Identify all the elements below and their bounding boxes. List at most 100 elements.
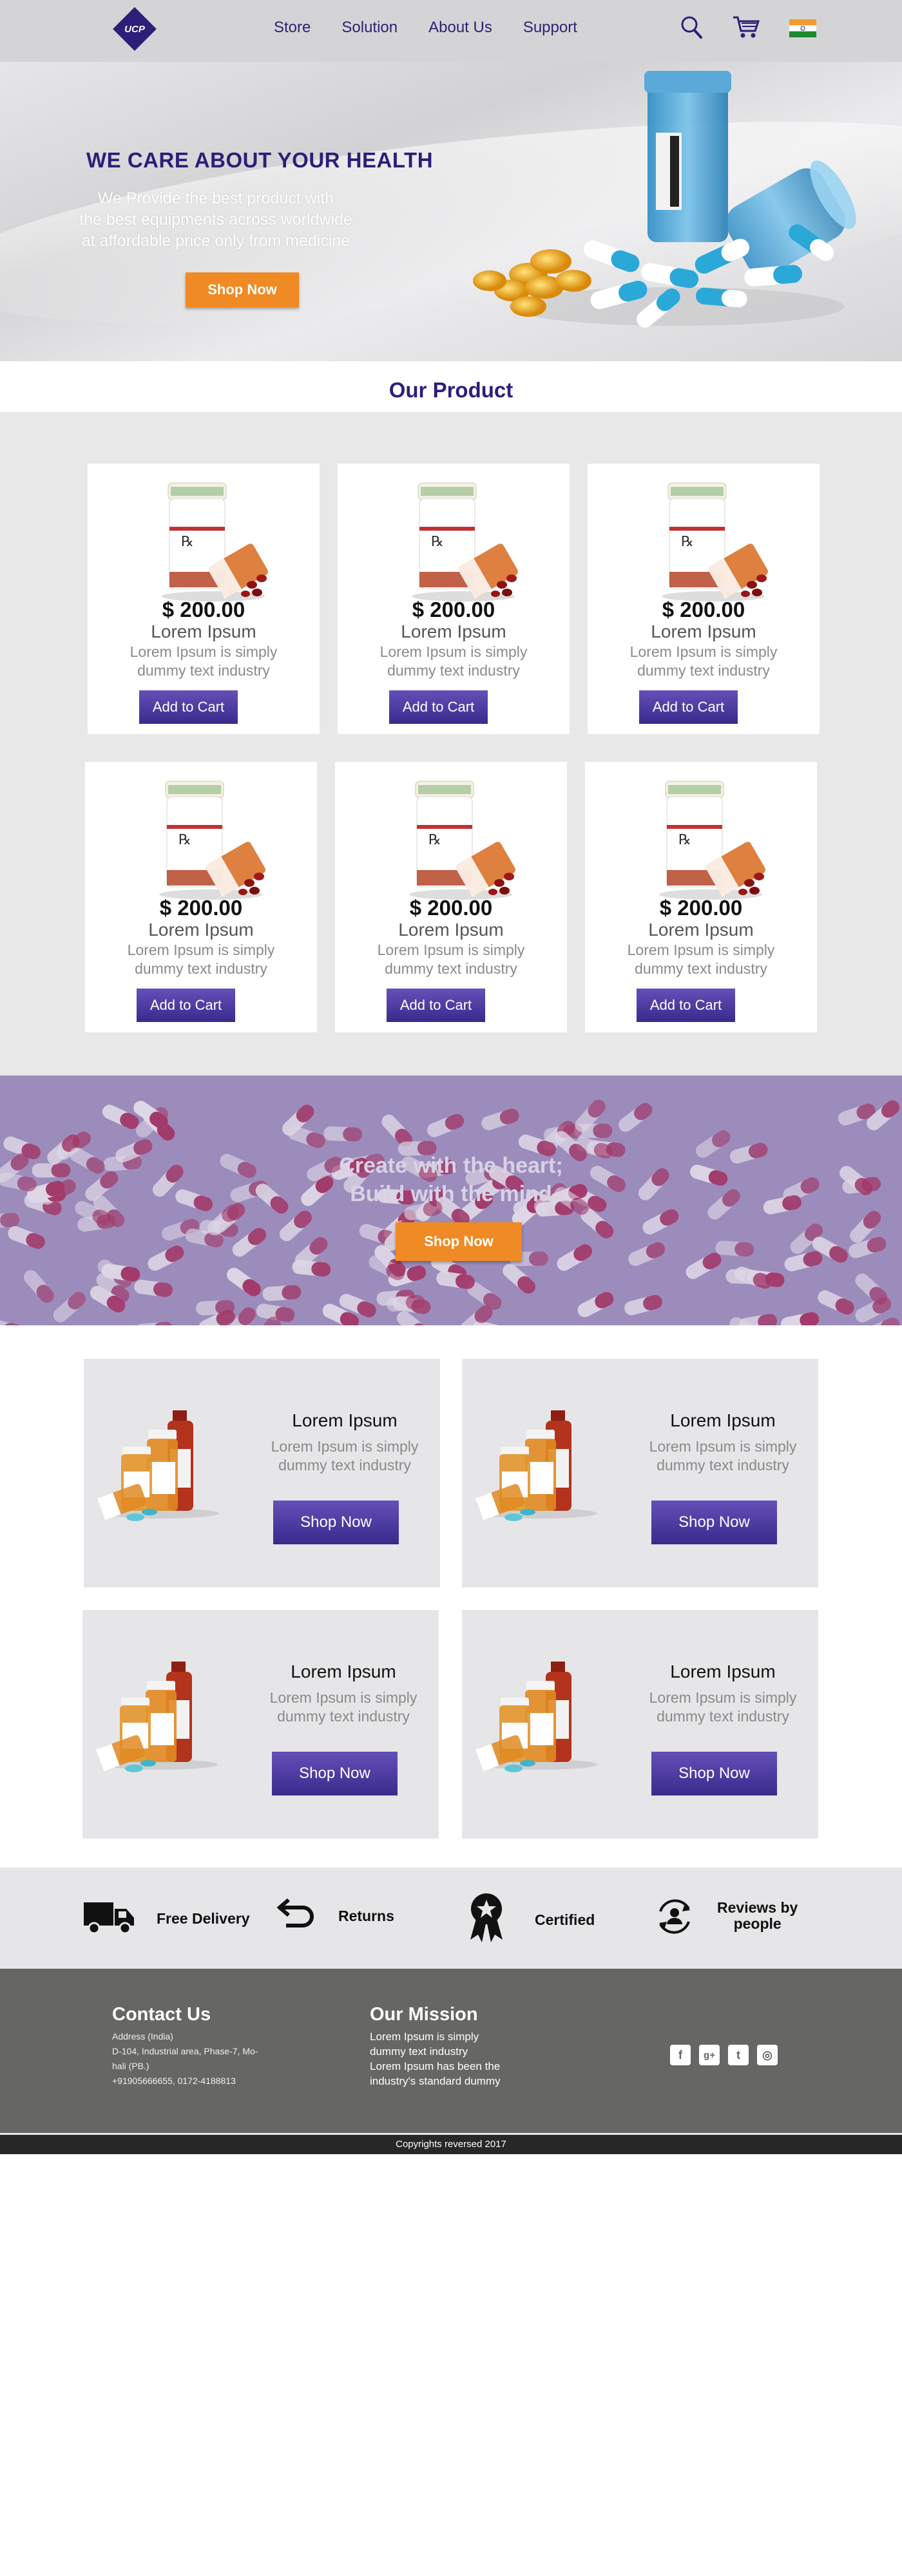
- promo-description-line: dummy text industry: [657, 1708, 789, 1725]
- products-grid: ℞ $ 200.00 Lorem Ipsum Lorem Ipsum is si…: [0, 412, 902, 1075]
- product-description-line: Lorem Ipsum is simply: [130, 643, 278, 660]
- add-to-cart-button[interactable]: Add to Cart: [139, 690, 238, 724]
- add-to-cart-button[interactable]: Add to Cart: [637, 989, 735, 1022]
- add-to-cart-button[interactable]: Add to Cart: [389, 690, 488, 724]
- promo-shop-now-button[interactable]: Shop Now: [273, 1501, 399, 1544]
- product-name: Lorem Ipsum: [648, 920, 754, 940]
- google-plus-icon[interactable]: g+: [699, 2045, 720, 2065]
- promo-tile: Lorem Ipsum Lorem Ipsum is simply dummy …: [84, 1359, 440, 1587]
- promo-description-line: Lorem Ipsum is simply: [271, 1438, 419, 1455]
- promo-shop-now-button[interactable]: Shop Now: [272, 1752, 398, 1795]
- banner-line: Create with the heart;: [339, 1153, 563, 1178]
- cart-icon[interactable]: [732, 14, 760, 40]
- svg-text:℞: ℞: [678, 831, 691, 848]
- product-name: Lorem Ipsum: [398, 920, 504, 940]
- nav-support[interactable]: Support: [523, 18, 577, 37]
- product-card[interactable]: ℞ $ 200.00 Lorem Ipsum Lorem Ipsum is si…: [585, 762, 817, 1032]
- nav-about-us[interactable]: About Us: [428, 18, 492, 37]
- promo-title: Lorem Ipsum: [291, 1662, 396, 1681]
- medicine-bottles-image: [475, 1662, 597, 1772]
- product-description-line: dummy text industry: [635, 960, 767, 977]
- svg-text:℞: ℞: [178, 831, 191, 848]
- product-card[interactable]: ℞ $ 200.00 Lorem Ipsum Lorem Ipsum is si…: [338, 464, 570, 734]
- product-card[interactable]: ℞ $ 200.00 Lorem Ipsum Lorem Ipsum is si…: [85, 762, 317, 1032]
- promo-shop-now-button[interactable]: Shop Now: [651, 1501, 777, 1544]
- product-name: Lorem Ipsum: [651, 621, 756, 641]
- product-description-line: dummy text industry: [135, 960, 267, 977]
- product-description-line: Lorem Ipsum is simply: [627, 942, 775, 958]
- product-card[interactable]: ℞ $ 200.00 Lorem Ipsum Lorem Ipsum is si…: [335, 762, 567, 1032]
- nav-solution[interactable]: Solution: [341, 18, 398, 37]
- product-description: Lorem Ipsum is simply dummy text industr…: [363, 643, 544, 680]
- copyright-bar: Copyrights reversed 2017: [0, 2133, 902, 2154]
- twitter-icon[interactable]: t: [728, 2045, 749, 2065]
- product-card[interactable]: ℞ $ 200.00 Lorem Ipsum Lorem Ipsum is si…: [88, 464, 320, 734]
- footer-mission-line: dummy text industry: [370, 2045, 468, 2058]
- hero-subtitle: We Provide the best product with the bes…: [77, 188, 354, 252]
- india-flag-icon[interactable]: [789, 19, 816, 37]
- product-price: $ 200.00: [162, 598, 245, 621]
- product-description: Lorem Ipsum is simply dummy text industr…: [113, 643, 294, 680]
- truck-icon: [84, 1902, 134, 1935]
- footer-contact-line: hali (PB.): [112, 2061, 149, 2071]
- footer-contact: Contact Us Address (India) D-104, Indust…: [112, 2004, 258, 2088]
- feature-reviews: Reviews by people: [654, 1868, 847, 1969]
- hero-subtitle-line: at affordable price only from medicine: [81, 232, 350, 250]
- main-nav: Store Solution About Us Support: [274, 18, 608, 37]
- feature-free-delivery: Free Delivery: [82, 1868, 263, 1969]
- promo-tile: Lorem Ipsum Lorem Ipsum is simply dummy …: [462, 1610, 818, 1839]
- footer-mission-line: Lorem Ipsum is simply: [370, 2031, 479, 2043]
- product-description: Lorem Ipsum is simply dummy text industr…: [361, 941, 541, 978]
- pill-bottle-image: ℞: [659, 781, 765, 900]
- hero-shop-now-button[interactable]: Shop Now: [186, 272, 299, 307]
- promo-description: Lorem Ipsum is simply dummy text industr…: [636, 1437, 810, 1475]
- product-card[interactable]: ℞ $ 200.00 Lorem Ipsum Lorem Ipsum is si…: [588, 464, 820, 734]
- footer-contact-line: D-104, Industrial area, Phase-7, Mo-: [112, 2046, 258, 2056]
- feature-label: Reviews by people: [717, 1900, 798, 1932]
- banner-shop-now-button[interactable]: Shop Now: [396, 1222, 522, 1261]
- nav-store[interactable]: Store: [274, 18, 311, 37]
- footer-contact-line: Address (India): [112, 2031, 173, 2041]
- promo-description: Lorem Ipsum is simply dummy text industr…: [636, 1689, 810, 1726]
- banner-line: Build with the mind: [350, 1182, 552, 1206]
- pill-bottle-image: ℞: [409, 781, 515, 900]
- footer-mission-line: Lorem Ipsum has been the: [370, 2060, 501, 2072]
- hero-title: WE CARE ABOUT YOUR HEALTH: [86, 148, 434, 172]
- product-description-line: Lorem Ipsum is simply: [629, 643, 778, 660]
- footer-mission-text: Lorem Ipsum is simply dummy text industr…: [370, 2029, 501, 2088]
- footer-mission-title: Our Mission: [370, 2004, 478, 2025]
- product-name: Lorem Ipsum: [401, 621, 506, 641]
- promo-tile: Lorem Ipsum Lorem Ipsum is simply dummy …: [82, 1610, 439, 1839]
- products-section-title: Our Product: [389, 378, 513, 402]
- instagram-icon[interactable]: ◎: [757, 2045, 778, 2065]
- social-links: f g+ t ◎: [670, 2045, 778, 2065]
- footer-mission-line: industry's standard dummy: [370, 2075, 501, 2087]
- add-to-cart-button[interactable]: Add to Cart: [639, 690, 738, 724]
- medicine-bottles-image: [475, 1410, 597, 1521]
- footer-contact-title: Contact Us: [112, 2004, 211, 2025]
- promo-title: Lorem Ipsum: [292, 1410, 398, 1430]
- feature-label: Free Delivery: [157, 1910, 250, 1927]
- product-description-line: dummy text industry: [637, 662, 770, 679]
- pill-bottle-image: ℞: [662, 482, 768, 601]
- footer-contact-line: +91905666655, 0172-4188813: [112, 2076, 236, 2086]
- product-description-line: dummy text industry: [137, 662, 270, 679]
- add-to-cart-button[interactable]: Add to Cart: [387, 989, 485, 1022]
- feature-label-line: Reviews by: [717, 1899, 798, 1916]
- promo-description-line: Lorem Ipsum is simply: [649, 1438, 797, 1455]
- ucp-logo[interactable]: UCP: [110, 4, 160, 54]
- product-name: Lorem Ipsum: [151, 621, 256, 641]
- add-to-cart-button[interactable]: Add to Cart: [137, 989, 235, 1022]
- promo-banner: Create with the heart; Build with the mi…: [0, 1075, 902, 1325]
- svg-text:℞: ℞: [431, 533, 444, 549]
- promo-description-line: dummy text industry: [657, 1457, 789, 1473]
- facebook-icon[interactable]: f: [670, 2045, 691, 2065]
- promo-shop-now-button[interactable]: Shop Now: [651, 1752, 777, 1795]
- features-bar: Free Delivery Returns Certified Reviews …: [0, 1868, 902, 1969]
- product-description-line: Lorem Ipsum is simply: [127, 942, 275, 958]
- product-price: $ 200.00: [159, 896, 243, 920]
- product-price: $ 200.00: [412, 598, 495, 621]
- product-description-line: dummy text industry: [385, 960, 517, 977]
- search-icon[interactable]: [680, 14, 703, 40]
- products-heading-bar: Our Product: [0, 364, 902, 412]
